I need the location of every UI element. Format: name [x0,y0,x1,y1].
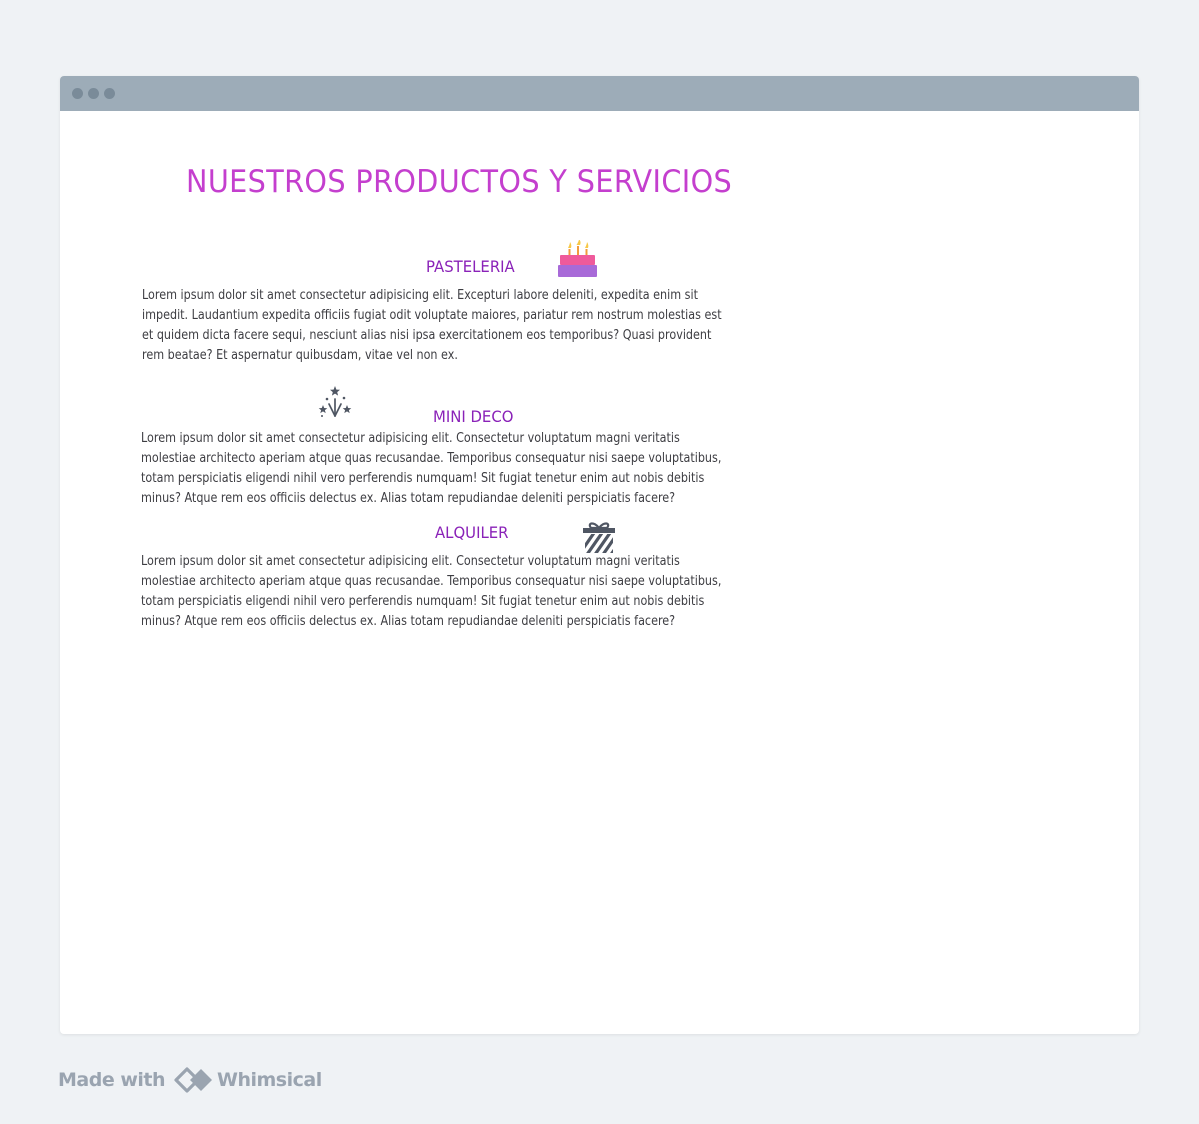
window-titlebar [60,76,1139,111]
whimsical-logo-icon [173,1064,215,1096]
cake-icon [557,240,597,280]
page-title: NUESTROS PRODUCTOS Y SERVICIOS [186,164,733,200]
made-with-label: Made with [58,1069,166,1091]
section-heading-alquiler: ALQUILER [435,523,509,542]
window-dot-icon [88,88,99,99]
section-paragraph-mini-deco: Lorem ipsum dolor sit amet consectetur a… [141,429,743,509]
paragraph-line: Lorem ipsum dolor sit amet consectetur a… [142,288,698,303]
paragraph-line: totam perspiciatis eligendi nihil vero p… [141,594,705,609]
gift-icon [582,520,617,555]
whimsical-brand-label: Whimsical [217,1069,322,1091]
section-heading-pasteleria: PASTELERIA [426,257,515,276]
paragraph-line: impedit. Laudantium expedita officiis fu… [142,308,722,323]
paragraph-line: Lorem ipsum dolor sit amet consectetur a… [141,554,680,569]
section-heading-mini-deco: MINI DECO [433,407,514,426]
paragraph-line: et quidem dicta facere sequi, nesciunt a… [142,328,712,343]
fireworks-icon [318,385,352,419]
section-paragraph-alquiler: Lorem ipsum dolor sit amet consectetur a… [141,552,743,632]
paragraph-line: minus? Atque rem eos officiis delectus e… [141,491,676,506]
section-paragraph-pasteleria: Lorem ipsum dolor sit amet consectetur a… [142,286,744,366]
window-dot-icon [72,88,83,99]
made-with-whimsical-badge[interactable]: Made with Whimsical [58,1064,322,1096]
paragraph-line: Lorem ipsum dolor sit amet consectetur a… [141,431,680,446]
paragraph-line: totam perspiciatis eligendi nihil vero p… [141,471,705,486]
paragraph-line: molestiae architecto aperiam atque quas … [141,451,722,466]
window-dot-icon [104,88,115,99]
browser-window: NUESTROS PRODUCTOS Y SERVICIOS PASTELERI… [60,76,1139,1034]
paragraph-line: molestiae architecto aperiam atque quas … [141,574,722,589]
paragraph-line: rem beatae? Et aspernatur quibusdam, vit… [142,348,458,363]
paragraph-line: minus? Atque rem eos officiis delectus e… [141,614,676,629]
